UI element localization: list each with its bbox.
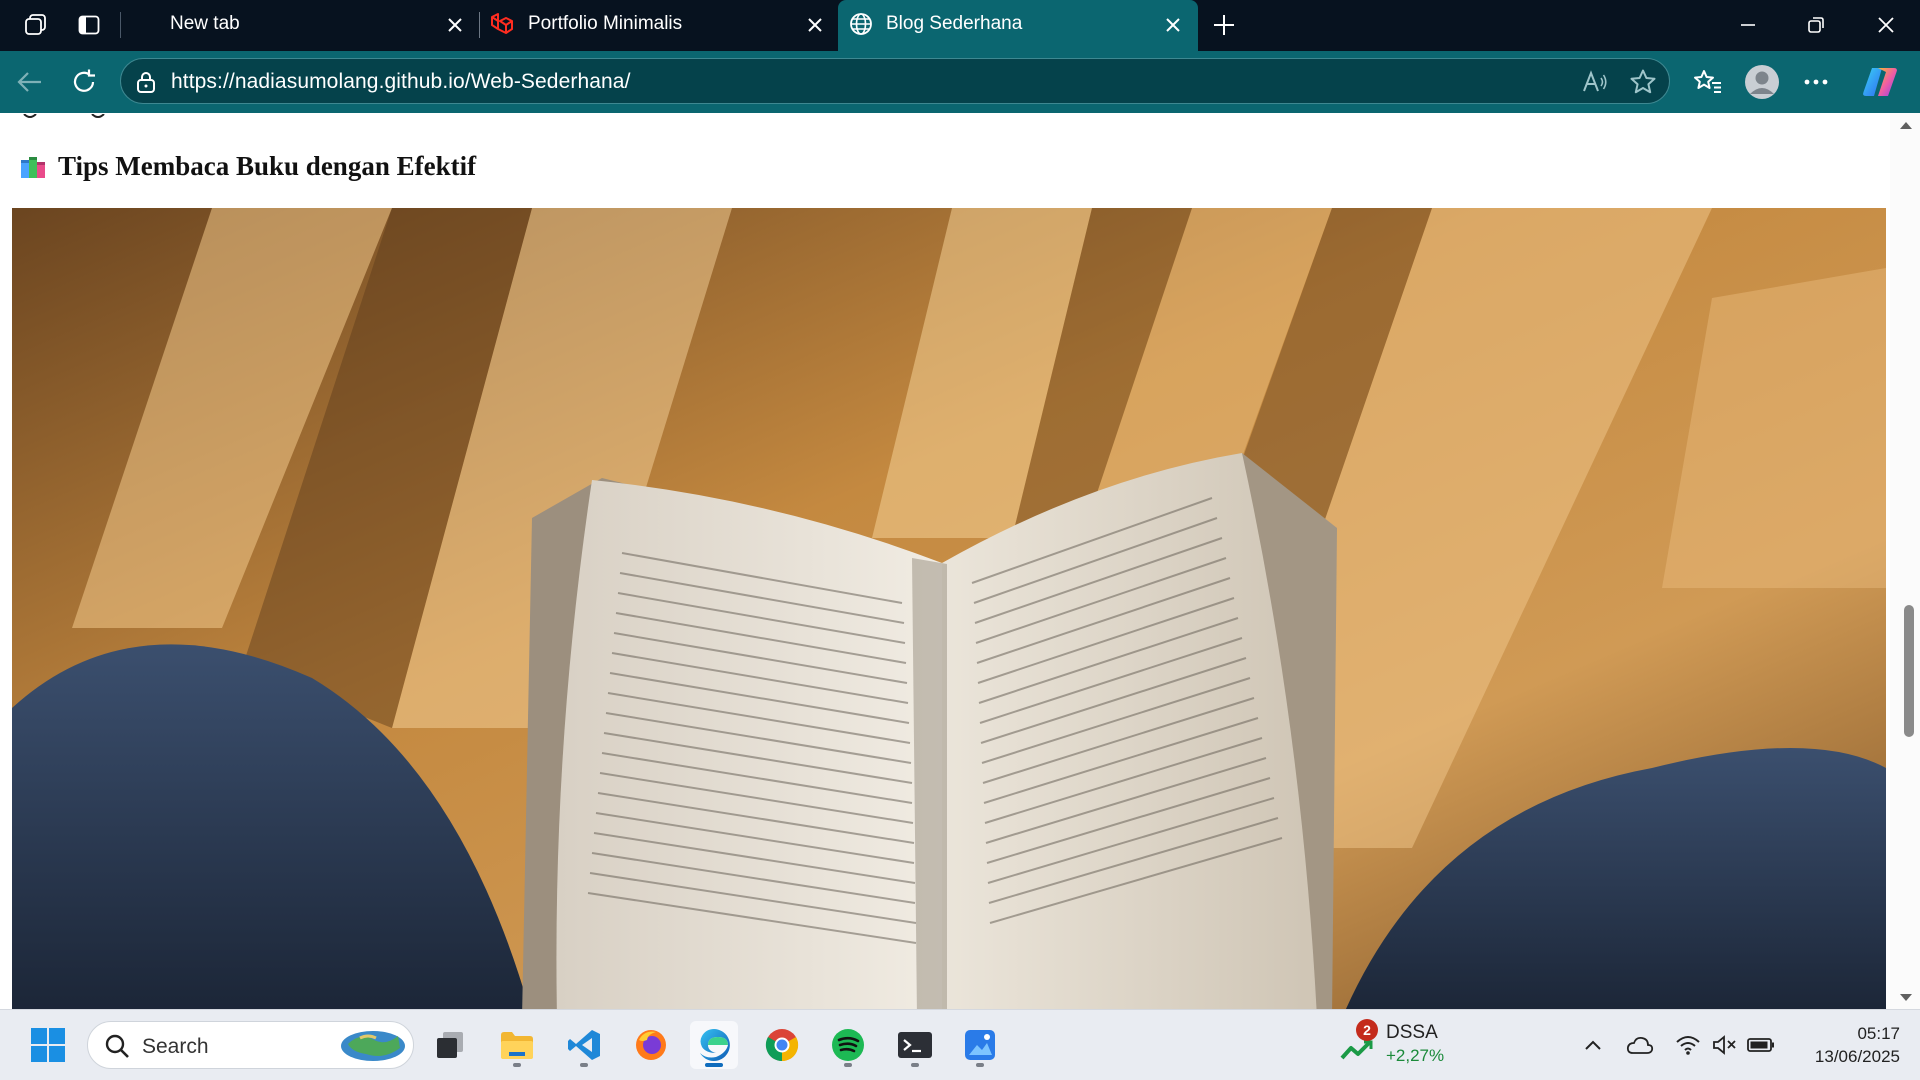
url-text[interactable]: https://nadiasumolang.github.io/Web-Sede… xyxy=(171,70,631,94)
close-tab-icon[interactable] xyxy=(443,13,467,37)
clock-date: 13/06/2025 xyxy=(1814,1047,1900,1066)
titlebar-separator xyxy=(120,12,121,38)
vscode-icon[interactable] xyxy=(560,1021,608,1069)
scroll-down-arrow-icon[interactable] xyxy=(1899,993,1913,1003)
minimize-button[interactable] xyxy=(1714,0,1782,50)
tab-portfolio-minimalis[interactable]: Portfolio Minimalis xyxy=(481,0,837,51)
vertical-tabs-icon[interactable] xyxy=(73,10,105,40)
edge-icon[interactable] xyxy=(690,1021,738,1069)
page-scrollbar[interactable] xyxy=(1890,113,1920,1009)
stock-widget[interactable]: 2 DSSA +2,27% xyxy=(1340,1018,1470,1072)
books-icon xyxy=(18,151,48,181)
laravel-icon xyxy=(489,12,515,38)
active-indicator xyxy=(705,1063,723,1067)
web-page-content: Tips Membaca Buku dengan Efektif xyxy=(0,113,1920,1009)
start-icon[interactable] xyxy=(24,1021,72,1069)
running-indicator xyxy=(513,1063,521,1067)
article-heading-row: Tips Membaca Buku dengan Efektif xyxy=(18,146,476,186)
settings-more-icon[interactable] xyxy=(1798,65,1834,99)
read-aloud-icon[interactable] xyxy=(1581,68,1609,96)
stock-change: +2,27% xyxy=(1386,1046,1445,1065)
new-tab-plus-icon[interactable] xyxy=(1208,10,1240,40)
windows-taskbar: Search 2 DSSA +2,27% 05:17 13/06/2025 xyxy=(0,1009,1920,1080)
address-bar[interactable]: https://nadiasumolang.github.io/Web-Sede… xyxy=(120,58,1670,104)
tab-new-tab[interactable]: New tab xyxy=(122,0,477,51)
article-title: Tips Membaca Buku dengan Efektif xyxy=(58,150,477,181)
chrome-icon[interactable] xyxy=(758,1021,806,1069)
onedrive-cloud-icon[interactable] xyxy=(1625,1030,1655,1060)
running-indicator xyxy=(580,1063,588,1067)
task-view-icon[interactable] xyxy=(426,1021,474,1069)
tab-divider xyxy=(479,12,480,38)
running-indicator xyxy=(911,1063,919,1067)
globe-icon xyxy=(848,11,874,37)
running-indicator xyxy=(976,1063,984,1067)
search-placeholder: Search xyxy=(142,1035,209,1058)
paint-icon[interactable] xyxy=(956,1021,1004,1069)
battery-icon[interactable] xyxy=(1746,1030,1776,1060)
system-clock[interactable]: 05:17 13/06/2025 xyxy=(1790,1022,1900,1068)
search-highlight-globe-icon xyxy=(338,1026,408,1069)
volume-muted-icon[interactable] xyxy=(1710,1030,1740,1060)
tab-label: Portfolio Minimalis xyxy=(528,13,683,34)
firefox-icon[interactable] xyxy=(627,1021,675,1069)
back-button[interactable] xyxy=(12,65,48,99)
chevron-up-icon[interactable] xyxy=(1578,1030,1608,1060)
wifi-icon[interactable] xyxy=(1673,1030,1703,1060)
tab-blog-sederhana[interactable]: Blog Sederhana xyxy=(838,0,1198,51)
close-tab-icon[interactable] xyxy=(803,13,827,37)
running-indicator xyxy=(844,1063,852,1067)
lock-icon[interactable] xyxy=(132,68,160,96)
scrollbar-thumb[interactable] xyxy=(1904,605,1914,737)
search-icon xyxy=(104,1033,130,1064)
terminal-icon[interactable] xyxy=(891,1021,939,1069)
notification-badge: 2 xyxy=(1356,1019,1378,1041)
previous-section-edge xyxy=(22,113,112,118)
copilot-icon[interactable] xyxy=(1860,65,1900,99)
favorite-star-icon[interactable] xyxy=(1629,68,1657,96)
browser-titlebar: New tab Portfolio Minimalis Blog Sederha… xyxy=(0,0,1920,51)
open-book-photo xyxy=(12,208,1886,1009)
stock-ticker: DSSA xyxy=(1386,1022,1438,1043)
restore-button[interactable] xyxy=(1782,0,1850,50)
browser-toolbar: https://nadiasumolang.github.io/Web-Sede… xyxy=(0,51,1920,113)
favorites-button[interactable] xyxy=(1690,65,1726,99)
clock-time: 05:17 xyxy=(1857,1024,1900,1043)
taskbar-search-box[interactable]: Search xyxy=(87,1021,414,1069)
workspaces-icon[interactable] xyxy=(20,10,52,40)
stock-chart-icon xyxy=(1340,1038,1376,1067)
refresh-button[interactable] xyxy=(66,65,102,99)
scroll-up-arrow-icon[interactable] xyxy=(1899,120,1913,130)
spotify-icon[interactable] xyxy=(824,1021,872,1069)
close-tab-icon[interactable] xyxy=(1161,13,1185,37)
file-explorer-icon[interactable] xyxy=(493,1021,541,1069)
profile-avatar[interactable] xyxy=(1742,62,1782,102)
tab-label: Blog Sederhana xyxy=(886,13,1023,34)
tab-label: New tab xyxy=(170,13,240,34)
close-window-button[interactable] xyxy=(1852,0,1920,50)
